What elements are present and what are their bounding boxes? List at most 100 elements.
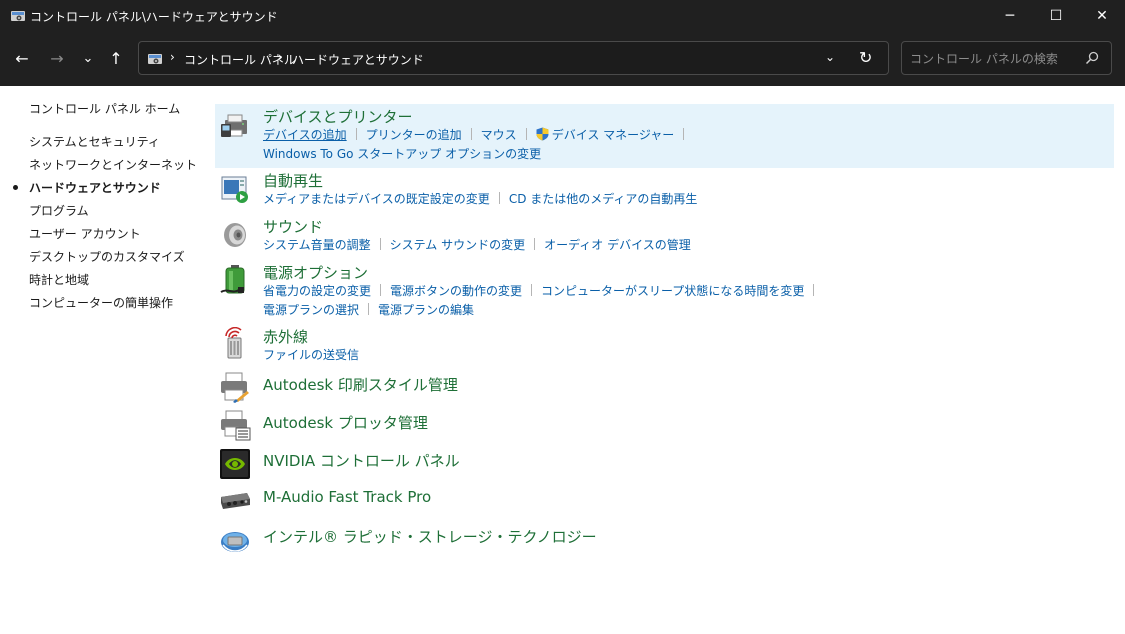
link-row: 省電力の設定の変更 電源ボタンの動作の変更 コンピューターがスリープ状態になる時間を… [263,282,823,299]
control-panel-icon [11,11,25,21]
address-dropdown-icon[interactable]: ⌄ [825,50,835,64]
up-arrow-icon: ↑ [109,48,123,68]
sidebar-item-programs[interactable]: プログラム [29,202,89,219]
intel-storage-icon [221,532,249,552]
link-row: システム音量の調整 システム サウンドの変更 オーディオ デバイスの管理 [263,236,691,253]
category-intel-rst: インテル® ラピッド・ストレージ・テクノロジー [215,522,1114,560]
sidebar-item-desktop-customization[interactable]: デスクトップのカスタマイズ [29,248,185,265]
main-content: デバイスとプリンター デバイスの追加 プリンターの追加 マウス デバイス マネージャー… [215,86,1115,634]
mouse-link[interactable]: マウス [481,126,517,143]
link-divider [470,128,472,140]
address-bar[interactable]: › コントロール パネル › ハードウェアとサウンド ⌄ ↻ [138,41,889,75]
control-panel-icon [148,54,162,64]
cd-autoplay-link[interactable]: CD または他のメディアの自動再生 [509,190,698,207]
category-power-options: 電源オプション 省電力の設定の変更 電源ボタンの動作の変更 コンピューターがスリープ… [215,260,1114,324]
sidebar-item-network-internet[interactable]: ネットワークとインターネット [29,156,197,173]
link-row: Windows To Go スタートアップ オプションの変更 [263,145,541,162]
link-divider [379,238,381,250]
category-title[interactable]: Autodesk 印刷スタイル管理 [263,374,458,395]
refresh-icon[interactable]: ↻ [859,48,872,67]
category-autodesk-plotters: Autodesk プロッタ管理 [215,408,1114,446]
power-saving-link[interactable]: 省電力の設定の変更 [263,282,371,299]
search-box[interactable] [901,41,1112,75]
category-title[interactable]: M-Audio Fast Track Pro [263,488,431,506]
sidebar-item-system-security[interactable]: システムとセキュリティ [29,133,160,150]
windows-to-go-link[interactable]: Windows To Go スタートアップ オプションの変更 [263,145,541,162]
breadcrumb-separator-icon: › [170,50,175,64]
add-device-link[interactable]: デバイスの追加 [263,126,347,143]
back-arrow-icon: ← [15,48,29,68]
close-button[interactable]: ✕ [1079,0,1125,32]
devices-printers-icon [221,114,247,137]
nvidia-icon [220,449,250,479]
link-divider [525,128,527,140]
category-sound: サウンド システム音量の調整 システム サウンドの変更 オーディオ デバイスの管理 [215,214,1114,260]
link-divider [813,284,815,296]
sidebar-item-clock-region[interactable]: 時計と地域 [29,271,89,288]
speaker-icon [224,223,246,247]
window-title: コントロール パネル\ハードウェアとサウンド [30,10,278,24]
chevron-down-icon: ⌄ [82,50,94,66]
category-autoplay: 自動再生 メディアまたはデバイスの既定設定の変更 CD または他のメディアの自動再… [215,168,1114,214]
link-row: ファイルの送受信 [263,346,359,363]
sidebar-item-user-accounts[interactable]: ユーザー アカウント [29,225,141,242]
minimize-button[interactable]: ─ [987,0,1033,32]
category-title[interactable]: 電源オプション [263,262,368,283]
link-row: メディアまたはデバイスの既定設定の変更 CD または他のメディアの自動再生 [263,190,697,207]
title-bar: コントロール パネル\ハードウェアとサウンド ─ ☐ ✕ [0,0,1125,32]
category-nvidia-control-panel: NVIDIA コントロール パネル [215,446,1114,484]
category-title[interactable]: サウンド [263,216,323,237]
send-receive-files-link[interactable]: ファイルの送受信 [263,346,359,363]
category-title[interactable]: インテル® ラピッド・ストレージ・テクノロジー [263,526,597,547]
category-autodesk-print-styles: Autodesk 印刷スタイル管理 [215,370,1114,408]
edit-power-plan-link[interactable]: 電源プランの編集 [378,301,474,318]
system-volume-link[interactable]: システム音量の調整 [263,236,371,253]
search-input[interactable] [910,50,1080,68]
close-icon: ✕ [1096,8,1108,24]
forward-button[interactable]: → [43,46,71,70]
plotter-icon [221,410,251,441]
printer-brush-icon [221,372,249,403]
sidebar-item-ease-of-access[interactable]: コンピューターの簡単操作 [29,294,173,311]
add-printer-link[interactable]: プリンターの追加 [366,126,462,143]
active-bullet-icon [13,185,18,190]
category-title[interactable]: デバイスとプリンター [263,106,413,127]
link-row: デバイスの追加 プリンターの追加 マウス デバイス マネージャー [263,126,693,143]
media-defaults-link[interactable]: メディアまたはデバイスの既定設定の変更 [263,190,490,207]
up-button[interactable]: ↑ [102,46,130,70]
infrared-icon [225,327,242,359]
link-divider [498,192,500,204]
maximize-icon: ☐ [1049,8,1063,24]
link-row: 電源プランの選択 電源プランの編集 [263,301,474,318]
category-title[interactable]: 赤外線 [263,326,308,347]
forward-arrow-icon: → [50,48,64,68]
choose-power-plan-link[interactable]: 電源プランの選択 [263,301,359,318]
audio-devices-link[interactable]: オーディオ デバイスの管理 [544,236,691,253]
category-title[interactable]: 自動再生 [263,170,323,191]
link-divider [534,238,536,250]
breadcrumb-hardware-sound[interactable]: ハードウェアとサウンド [292,51,424,68]
sidebar-item-hardware-sound[interactable]: ハードウェアとサウンド [0,179,200,196]
link-divider [355,128,357,140]
uac-shield-icon [536,127,549,141]
back-button[interactable]: ← [8,46,36,70]
sidebar-home-link[interactable]: コントロール パネル ホーム [29,100,180,117]
sidebar: コントロール パネル ホーム システムとセキュリティ ネットワークとインターネッ… [0,86,210,634]
category-m-audio: M-Audio Fast Track Pro [215,484,1114,522]
sleep-time-link[interactable]: コンピューターがスリープ状態になる時間を変更 [541,282,804,299]
link-divider [380,284,382,296]
audio-interface-icon [221,493,250,509]
breadcrumb-separator-icon: › [278,50,283,64]
search-icon[interactable] [1085,51,1099,65]
device-manager-link[interactable]: デバイス マネージャー [552,126,675,143]
system-sounds-link[interactable]: システム サウンドの変更 [390,236,525,253]
category-title[interactable]: Autodesk プロッタ管理 [263,412,428,433]
maximize-button[interactable]: ☐ [1033,0,1079,32]
link-divider [368,303,370,315]
power-button-link[interactable]: 電源ボタンの動作の変更 [390,282,522,299]
category-infrared: 赤外線 ファイルの送受信 [215,324,1114,370]
category-title[interactable]: NVIDIA コントロール パネル [263,450,460,471]
link-divider [531,284,533,296]
recent-locations-button[interactable]: ⌄ [74,46,102,70]
link-divider [683,128,685,140]
